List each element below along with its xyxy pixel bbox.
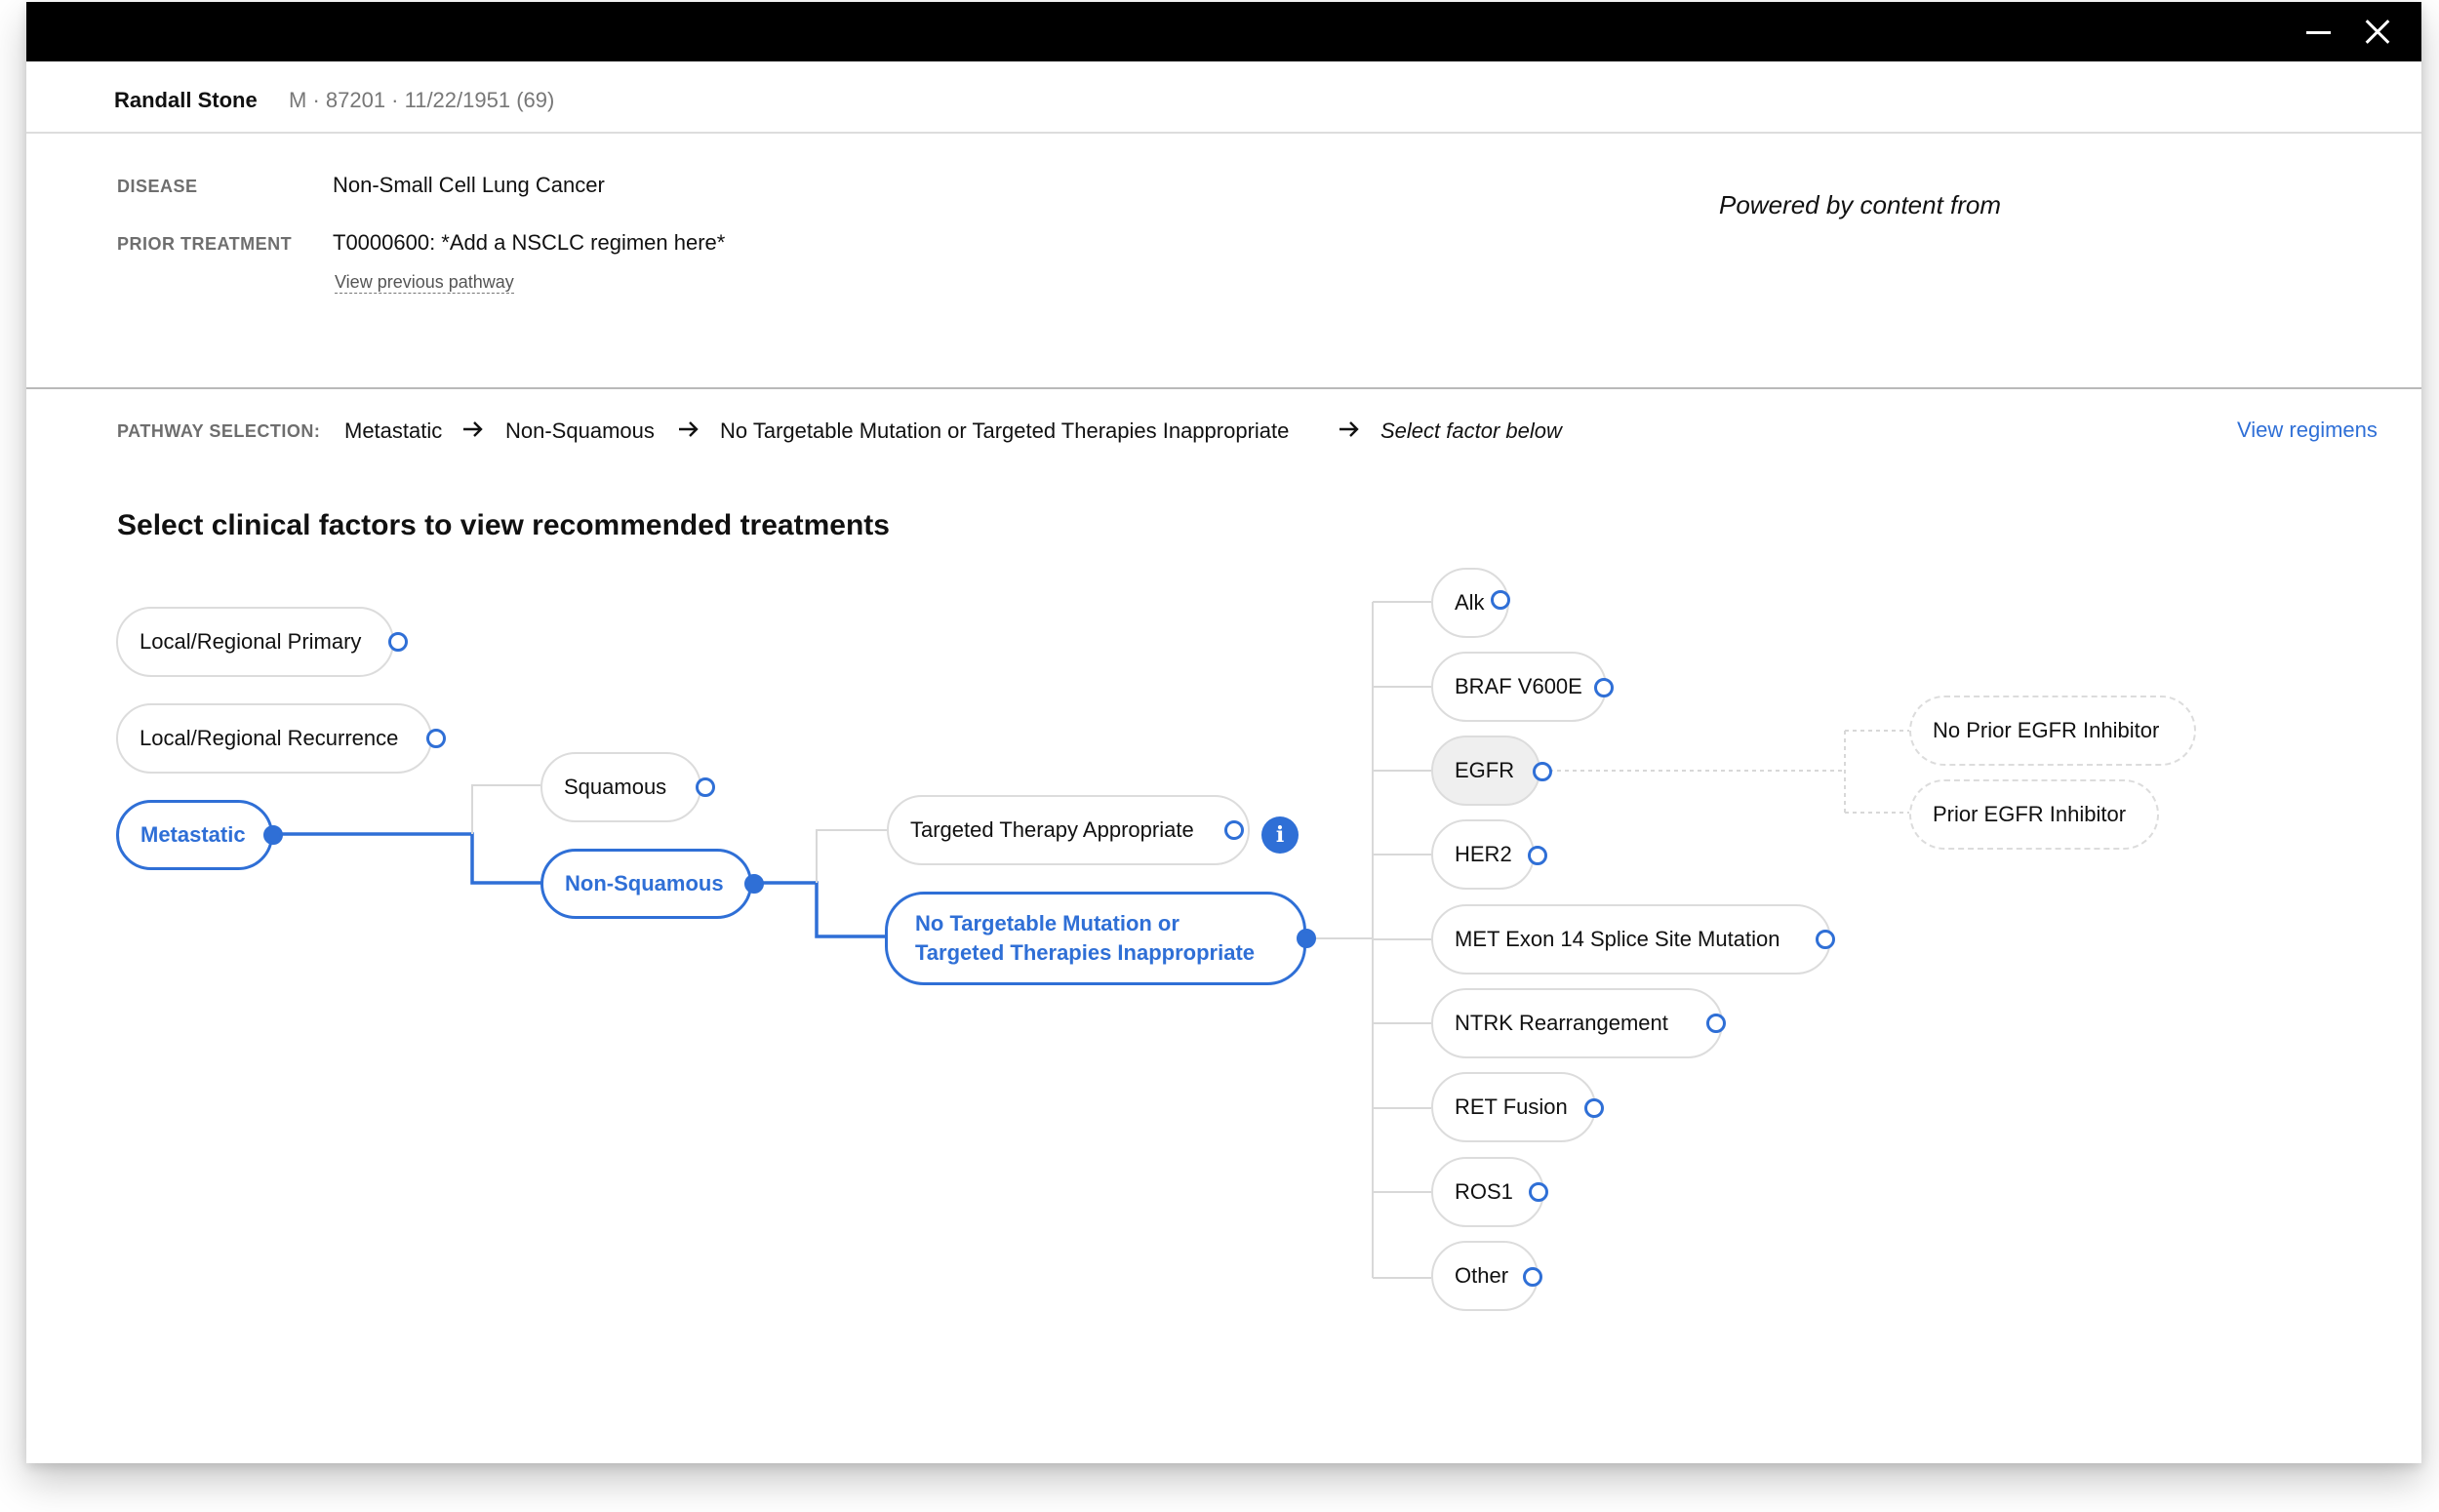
node-radio-icon[interactable] — [1584, 1098, 1604, 1118]
node-radio-icon[interactable] — [426, 729, 446, 748]
prior-treatment-value: T0000600: *Add a NSCLC regimen here* — [333, 230, 726, 255]
node-no-prior-egfr-inhibitor[interactable]: No Prior EGFR Inhibitor — [1909, 696, 2196, 766]
arrow-right-icon — [1339, 421, 1359, 437]
node-label: ROS1 — [1455, 1179, 1513, 1205]
node-radio-icon[interactable] — [1816, 930, 1835, 949]
node-radio-icon[interactable] — [1533, 762, 1552, 781]
patient-name: Randall Stone — [114, 88, 258, 112]
breadcrumb-no-targetable-mutation[interactable]: No Targetable Mutation or Targeted Thera… — [720, 418, 1289, 444]
node-radio-icon[interactable] — [1528, 846, 1547, 865]
breadcrumb-metastatic[interactable]: Metastatic — [344, 418, 442, 444]
node-label: Non-Squamous — [565, 871, 724, 896]
app-window: Randall Stone M · 87201 · 11/22/1951 (69… — [26, 2, 2421, 1463]
view-regimens-link[interactable]: View regimens — [2237, 418, 2378, 443]
node-targeted-therapy-appropriate[interactable]: Targeted Therapy Appropriate — [887, 795, 1250, 865]
node-braf-v600e[interactable]: BRAF V600E — [1431, 652, 1607, 722]
node-label: Local/Regional Primary — [140, 629, 362, 655]
node-label: HER2 — [1455, 842, 1512, 867]
node-radio-icon[interactable] — [388, 632, 408, 652]
node-radio-icon[interactable] — [1706, 1014, 1726, 1033]
title-bar — [26, 2, 2421, 61]
disease-label: DISEASE — [117, 177, 198, 196]
node-label: BRAF V600E — [1455, 674, 1582, 699]
disease-value: Non-Small Cell Lung Cancer — [333, 173, 605, 197]
node-radio-icon[interactable] — [1594, 678, 1614, 697]
node-radio-icon[interactable] — [696, 777, 715, 797]
close-icon[interactable] — [2357, 12, 2398, 53]
node-ret-fusion[interactable]: RET Fusion — [1431, 1072, 1596, 1142]
section-title: Select clinical factors to view recommen… — [117, 509, 890, 541]
node-her2[interactable]: HER2 — [1431, 819, 1535, 890]
node-label: No Prior EGFR Inhibitor — [1933, 718, 2160, 743]
pathway-selection-bar: PATHWAY SELECTION: Metastatic Non-Squamo… — [26, 389, 2421, 477]
node-radio-icon[interactable] — [1529, 1182, 1548, 1202]
node-label: Targeted Therapy Appropriate — [910, 817, 1194, 843]
node-label: EGFR — [1455, 758, 1515, 783]
node-no-targetable-mutation[interactable]: No Targetable Mutation or Targeted Thera… — [885, 892, 1306, 985]
node-label: Alk — [1455, 590, 1485, 616]
node-label: Metastatic — [140, 822, 246, 848]
node-label: NTRK Rearrangement — [1455, 1011, 1668, 1036]
arrow-right-icon — [679, 421, 699, 437]
node-local-regional-primary[interactable]: Local/Regional Primary — [116, 607, 394, 677]
breadcrumb-select-factor: Select factor below — [1380, 418, 1562, 443]
powered-by-text: Powered by content from — [1719, 190, 2002, 219]
node-met-exon-14[interactable]: MET Exon 14 Splice Site Mutation — [1431, 904, 1831, 975]
node-radio-icon[interactable] — [1523, 1267, 1542, 1287]
node-ntrk-rearrangement[interactable]: NTRK Rearrangement — [1431, 988, 1723, 1058]
arrow-right-icon — [463, 421, 483, 437]
view-previous-pathway-link[interactable]: View previous pathway — [335, 272, 514, 294]
node-label: Other — [1455, 1263, 1509, 1289]
node-radio-icon[interactable] — [1491, 590, 1510, 610]
pathway-selection-label: PATHWAY SELECTION: — [117, 421, 321, 441]
prior-treatment-label: PRIOR TREATMENT — [117, 234, 293, 254]
info-icon[interactable]: i — [1261, 816, 1299, 854]
node-egfr[interactable]: EGFR — [1431, 736, 1540, 806]
node-radio-selected-icon[interactable] — [744, 874, 764, 894]
breadcrumb-non-squamous[interactable]: Non-Squamous — [505, 418, 655, 444]
node-label: Squamous — [564, 775, 667, 800]
minimize-icon[interactable] — [2298, 12, 2339, 53]
node-label: RET Fusion — [1455, 1094, 1568, 1120]
node-squamous[interactable]: Squamous — [540, 752, 701, 822]
node-local-regional-recurrence[interactable]: Local/Regional Recurrence — [116, 703, 432, 774]
node-radio-icon[interactable] — [1224, 820, 1244, 840]
disease-info-panel: DISEASE Non-Small Cell Lung Cancer PRIOR… — [26, 134, 2421, 389]
node-label: MET Exon 14 Splice Site Mutation — [1455, 927, 1780, 952]
node-metastatic[interactable]: Metastatic — [116, 800, 273, 870]
node-radio-selected-icon[interactable] — [1297, 929, 1316, 948]
node-prior-egfr-inhibitor[interactable]: Prior EGFR Inhibitor — [1909, 779, 2159, 850]
patient-header: Randall Stone M · 87201 · 11/22/1951 (69… — [26, 61, 2421, 134]
patient-meta: M · 87201 · 11/22/1951 (69) — [289, 88, 555, 112]
node-label: Prior EGFR Inhibitor — [1933, 802, 2127, 827]
node-label-line-1: No Targetable Mutation or — [915, 911, 1180, 936]
node-label: Local/Regional Recurrence — [140, 726, 399, 751]
node-ros1[interactable]: ROS1 — [1431, 1157, 1544, 1227]
node-non-squamous[interactable]: Non-Squamous — [540, 849, 752, 919]
node-radio-selected-icon[interactable] — [263, 825, 283, 845]
node-label-line-2: Targeted Therapies Inappropriate — [915, 940, 1256, 965]
